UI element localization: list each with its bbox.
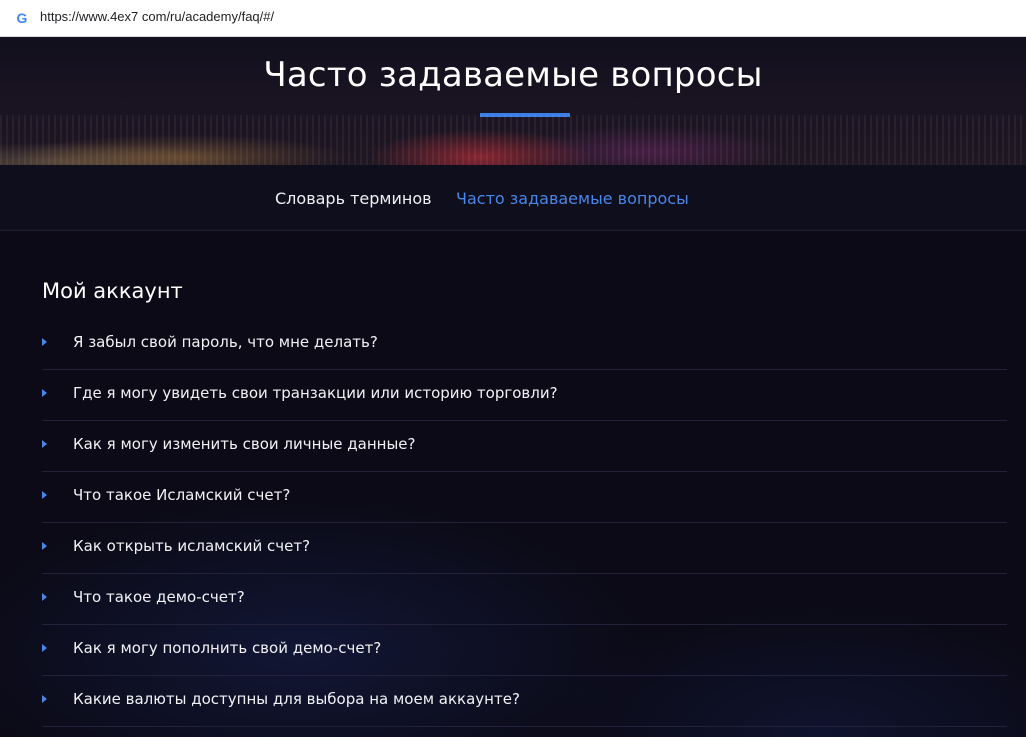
faq-question: Как открыть исламский счет? [73,537,311,555]
faq-item[interactable]: Что такое Исламский счет? [42,472,1007,523]
caret-right-icon [42,644,47,652]
caret-right-icon [42,389,47,397]
faq-question: Как я могу пополнить свой демо-счет? [73,639,382,657]
nav-link-glossary[interactable]: Словарь терминов [275,189,432,208]
caret-right-icon [42,440,47,448]
browser-address-bar[interactable]: G https://www.4ex7 com/ru/academy/faq/#/ [0,0,1026,37]
faq-item[interactable]: Я забыл свой пароль, что мне делать? [42,319,1007,370]
hero-banner: Часто задаваемые вопросы [0,37,1026,165]
google-icon: G [16,10,28,26]
faq-item[interactable]: Как я могу изменить свои личные данные? [42,421,1007,472]
faq-question: Где я могу увидеть свои транзакции или и… [73,384,558,402]
faq-item[interactable]: Что такое демо-счет? [42,574,1007,625]
caret-right-icon [42,491,47,499]
faq-item[interactable]: Где я могу увидеть свои транзакции или и… [42,370,1007,421]
section-title: Мой аккаунт [42,279,183,303]
title-underline [480,113,570,117]
faq-question: Какие валюты доступны для выбора на моем… [73,690,520,708]
faq-item[interactable]: Какие валюты доступны для выбора на моем… [42,676,1007,727]
faq-question: Я забыл свой пароль, что мне делать? [73,333,378,351]
caret-right-icon [42,338,47,346]
caret-right-icon [42,695,47,703]
faq-item[interactable]: Как я могу пополнить свой демо-счет? [42,625,1007,676]
caret-right-icon [42,593,47,601]
academy-nav: Словарь терминов Часто задаваемые вопрос… [0,165,1026,231]
faq-content: Мой аккаунт Я забыл свой пароль, что мне… [0,232,1026,737]
faq-question: Что такое демо-счет? [73,588,245,606]
faq-item[interactable]: Как открыть исламский счет? [42,523,1007,574]
url-text[interactable]: https://www.4ex7 com/ru/academy/faq/#/ [40,9,274,27]
faq-question: Что такое Исламский счет? [73,486,291,504]
faq-question: Как я могу изменить свои личные данные? [73,435,416,453]
page-title: Часто задаваемые вопросы [263,55,763,95]
caret-right-icon [42,542,47,550]
nav-link-faq[interactable]: Часто задаваемые вопросы [456,189,689,208]
